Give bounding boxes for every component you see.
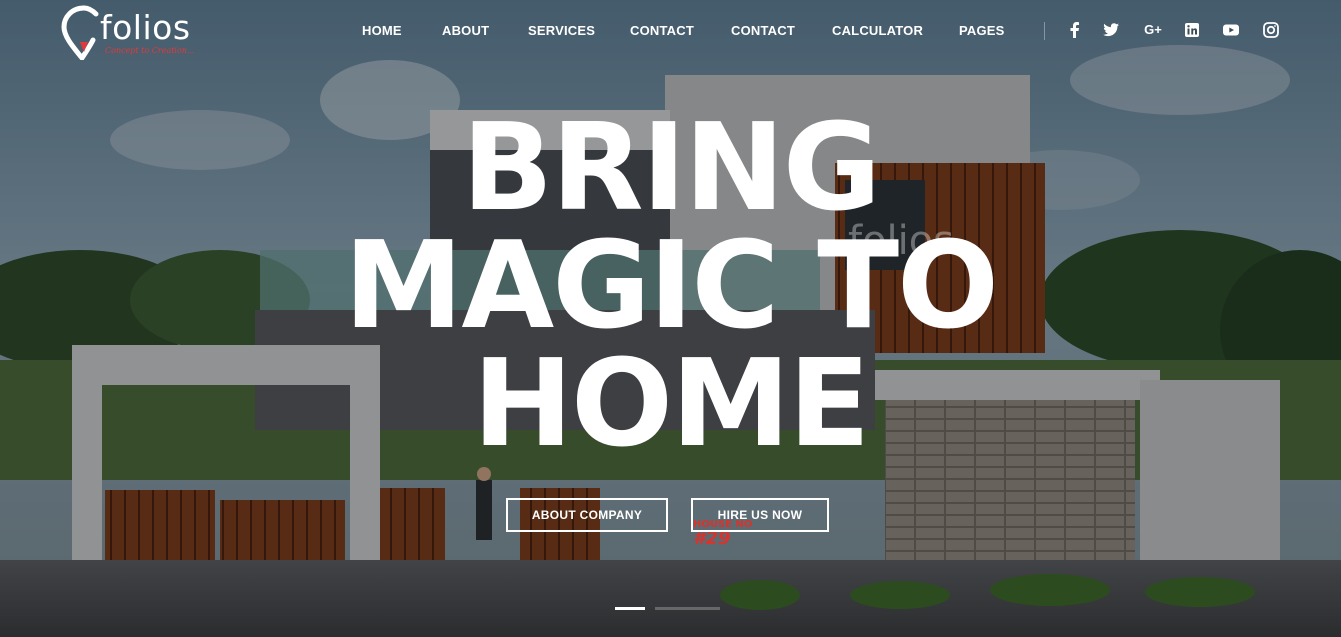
google-plus-icon[interactable]: G+ xyxy=(1142,21,1164,39)
nav-about[interactable]: ABOUT xyxy=(442,22,489,40)
hero-headline: BRING MAGIC TO HOME xyxy=(0,99,1341,474)
nav-divider xyxy=(1044,22,1045,40)
house-number-value: #29 xyxy=(693,528,731,549)
slider-indicator-1[interactable] xyxy=(615,607,645,610)
map-pin-logo-icon xyxy=(61,5,99,60)
hero-headline-line-3: HOME xyxy=(472,335,871,474)
youtube-icon[interactable] xyxy=(1222,21,1240,39)
nav-pages[interactable]: PAGES xyxy=(959,22,1005,40)
linkedin-icon[interactable] xyxy=(1183,21,1201,39)
hero-headline-line-2: MAGIC TO xyxy=(343,217,999,356)
slider-indicator-2[interactable] xyxy=(655,607,720,610)
nav-home[interactable]: HOME xyxy=(362,22,402,40)
nav-services[interactable]: SERVICES xyxy=(528,22,595,40)
logo-text: folios xyxy=(100,8,191,47)
site-logo[interactable]: folios Concept to Creation... xyxy=(60,4,210,64)
nav-contact-2[interactable]: CONTACT xyxy=(731,22,795,40)
hero-section: folios HOUSE NO #29 folios Concept to Cr… xyxy=(0,0,1341,637)
hero-headline-line-1: BRING xyxy=(461,99,881,238)
twitter-icon[interactable] xyxy=(1102,21,1120,39)
nav-calculator[interactable]: CALCULATOR xyxy=(832,22,923,40)
nav-contact[interactable]: CONTACT xyxy=(630,22,694,40)
hire-us-now-button[interactable]: HIRE US NOW xyxy=(691,498,829,532)
instagram-icon[interactable] xyxy=(1262,21,1280,39)
google-plus-text: G+ xyxy=(1144,22,1162,37)
about-company-button[interactable]: ABOUT COMPANY xyxy=(506,498,668,532)
logo-tagline: Concept to Creation... xyxy=(105,46,195,55)
facebook-icon[interactable] xyxy=(1066,21,1084,39)
